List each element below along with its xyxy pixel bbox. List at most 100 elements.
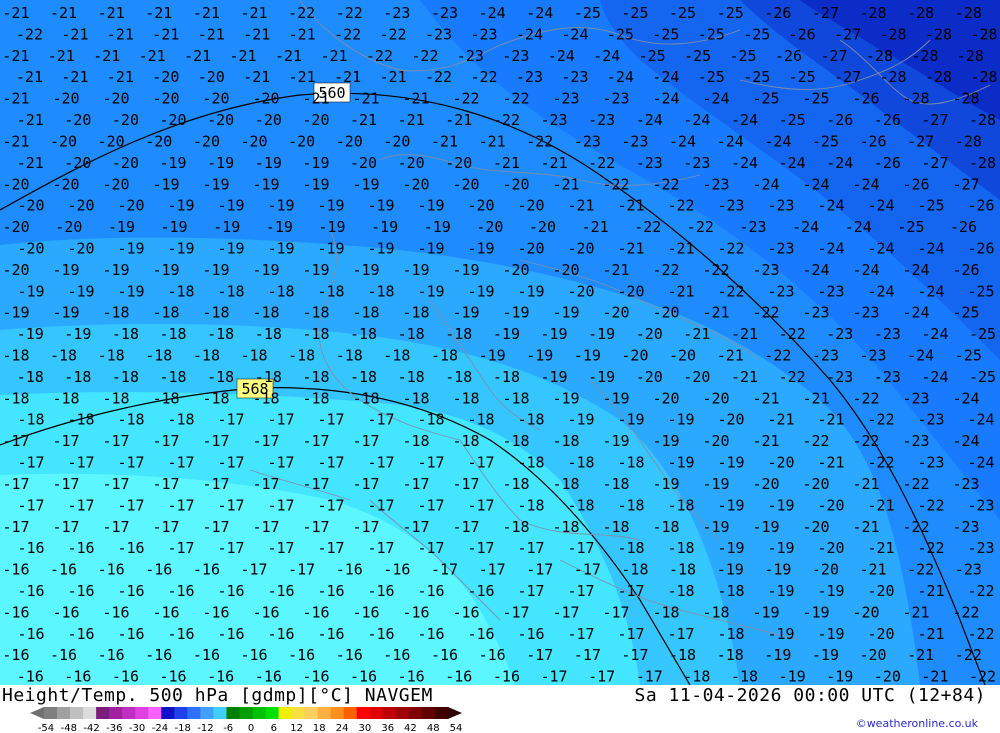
temperature-label: -19 [653,432,680,450]
temperature-label: -16 [18,539,45,557]
temperature-label: -21 [493,154,520,172]
temperature-label: -22 [411,47,438,65]
scale-swatch [343,707,358,719]
temperature-label: -20 [255,111,282,129]
temperature-label: -21 [479,132,506,150]
temperature-label: -17 [503,603,530,621]
temperature-label: -25 [779,111,806,129]
temperature-label: -19 [266,218,293,236]
temperature-label: -21 [868,496,895,514]
temperature-label: -17 [218,539,245,557]
temperature-label: -22 [336,4,363,22]
temperature-label: -23 [955,561,982,579]
temperature-label: -16 [418,625,445,643]
temperature-label: -24 [703,90,730,108]
temperature-label: -16 [153,603,180,621]
temperature-label: -18 [453,432,480,450]
temperature-label: -21 [903,603,930,621]
scale-swatch [135,707,149,719]
scale-tick-label: 24 [336,723,349,733]
temperature-label: -24 [968,411,995,429]
temperature-label: -18 [518,454,545,472]
temperature-label: -24 [853,175,880,193]
temperature-label: -17 [168,454,195,472]
temperature-label: -23 [553,90,580,108]
temperature-label: -17 [68,496,95,514]
temperature-label: -19 [302,154,329,172]
temperature-label: -19 [768,539,795,557]
temperature-label: -19 [318,240,345,258]
temperature-label: -19 [168,197,195,215]
temperature-label: -21 [853,475,880,493]
temperature-label: -17 [318,454,345,472]
temperature-label: -25 [574,4,601,22]
temperature-label: -19 [553,389,580,407]
temperature-label: -21 [17,111,44,129]
temperature-label: -18 [336,347,363,365]
scale-tick-label: -12 [197,723,213,733]
temperature-label: -19 [160,154,187,172]
temperature-label: -18 [731,668,758,685]
temperature-label: -18 [603,475,630,493]
temperature-label: -20 [241,132,268,150]
temperature-label: -24 [593,47,620,65]
temperature-label: -22 [868,411,895,429]
temperature-label: -20 [3,218,30,236]
scale-tick-label: 54 [450,723,463,733]
temperature-label: -23 [826,325,853,343]
temperature-label: -18 [218,282,245,300]
temperature-label: -24 [918,240,945,258]
temperature-label: -18 [98,347,125,365]
temperature-label: -17 [303,432,330,450]
temperature-label: -20 [453,175,480,193]
scale-tick-label: -18 [175,723,191,733]
temperature-label: -18 [303,304,330,322]
temperature-label: -19 [812,646,839,664]
temperature-label: -19 [768,625,795,643]
temperature-label: -25 [698,25,725,43]
temperature-label: -17 [218,411,245,429]
temperature-label: -19 [753,518,780,536]
temperature-label: -17 [353,432,380,450]
scale-swatch [44,707,58,719]
temperature-label: -18 [503,518,530,536]
temperature-label: -25 [743,25,770,43]
temperature-label: -21 [731,368,758,386]
temperature-label: -19 [526,347,553,365]
temperature-label: -22 [955,646,982,664]
temperature-label: -16 [453,603,480,621]
temperature-label: -17 [568,582,595,600]
temperature-label: -20 [198,68,225,86]
temperature-label: -21 [398,111,425,129]
temperature-label: -22 [903,475,930,493]
temperature-label: -24 [903,261,930,279]
credit-link[interactable]: ©weatheronline.co.uk [856,717,978,730]
temperature-label: -16 [336,646,363,664]
temperature-label: -18 [50,347,77,365]
temperature-label: -25 [684,47,711,65]
temperature-label: -18 [398,368,425,386]
temperature-label: -16 [50,561,77,579]
temperature-label: -23 [953,475,980,493]
temperature-label: -18 [253,304,280,322]
temperature-label: -19 [207,154,234,172]
scale-swatch [382,707,397,719]
temperature-label: -24 [779,154,806,172]
temperature-label: -20 [818,496,845,514]
temperature-label: -28 [969,111,996,129]
color-scale-swatches [30,707,462,719]
temperature-label: -16 [302,668,329,685]
temperature-label: -24 [921,325,948,343]
temperature-label: -21 [184,47,211,65]
temperature-label: -21 [61,68,88,86]
weather-map: 560 568 -21 -21 -21 -21 -21 -21 -22 -22 -23 -23 -2… [0,0,1000,685]
temperature-label: -17 [168,496,195,514]
temperature-label: -16 [203,603,230,621]
temperature-label: -19 [703,518,730,536]
temperature-label: -20 [669,347,696,365]
temperature-label: -21 [2,132,29,150]
scale-tick-label: -30 [129,723,145,733]
temperature-label: -20 [768,454,795,472]
temperature-label: -20 [160,111,187,129]
temperature-label: -22 [903,518,930,536]
